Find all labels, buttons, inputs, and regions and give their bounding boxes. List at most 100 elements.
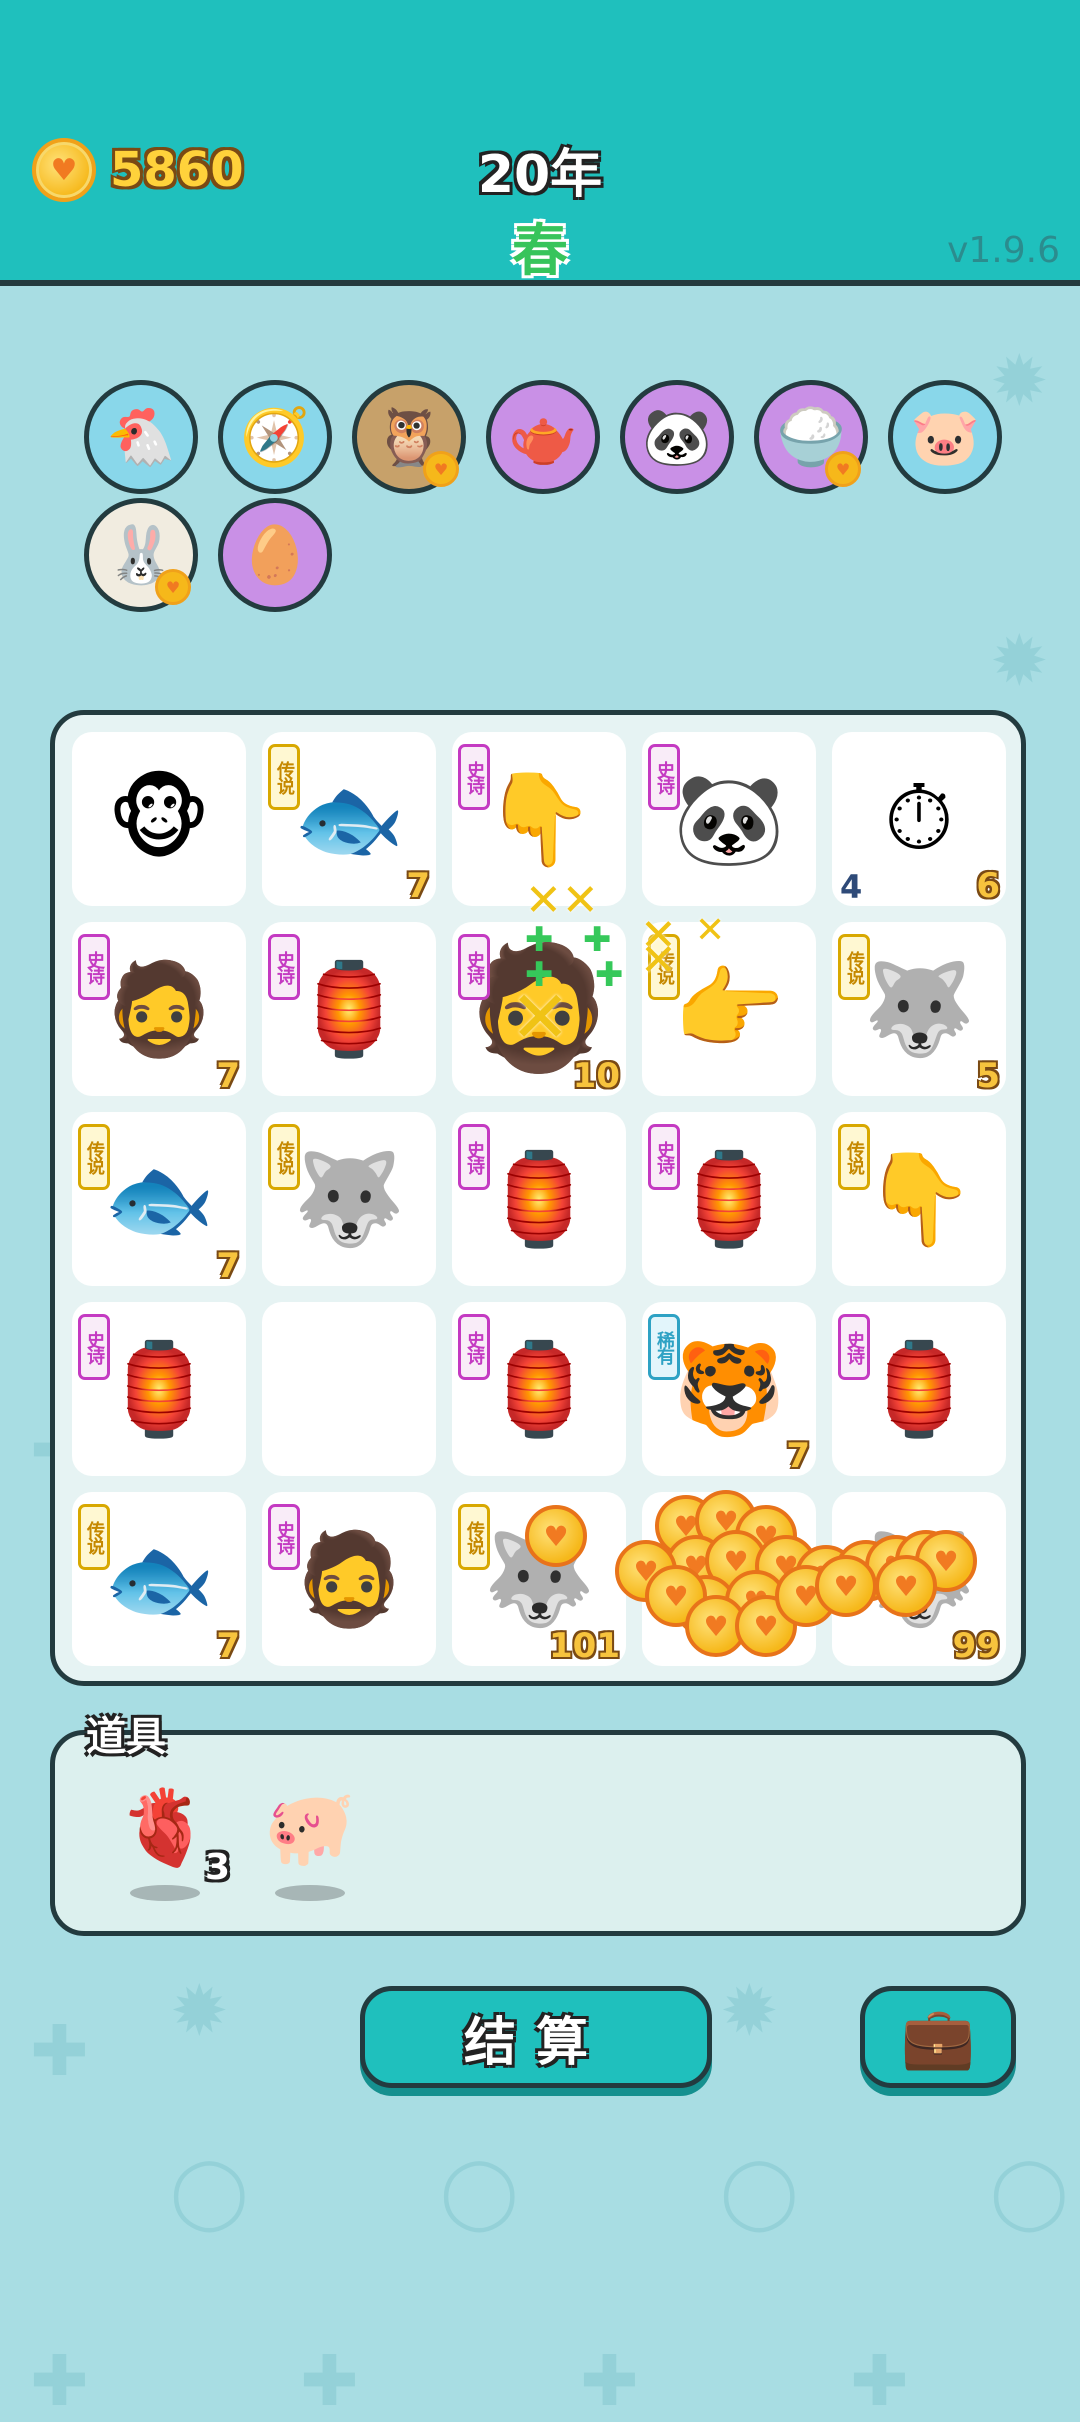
rarity-tag: 传说 — [78, 1504, 110, 1570]
board-tile[interactable]: 🐟 传说 7 — [72, 1112, 246, 1286]
rarity-tag: 史诗 — [648, 1124, 680, 1190]
rarity-tag: 史诗 — [458, 934, 490, 1000]
tile-count: 7 — [216, 1626, 240, 1666]
background-plus-deco: ✚ — [30, 2010, 89, 2092]
items-title: 道具 — [86, 1714, 166, 1760]
top-bar: ♥ 5860 20年 春 v1.9.6 — [0, 0, 1080, 286]
board-tile[interactable]: 🐟 传说 7 — [72, 1492, 246, 1666]
background-ring-deco: ◯ — [720, 2150, 799, 2232]
tile-count: 7 — [216, 1056, 240, 1096]
tile-count: 5 — [976, 1056, 1000, 1096]
background-sun-deco: ✹ — [990, 620, 1049, 702]
board-tile[interactable]: 🏮 史诗 — [832, 1302, 1006, 1476]
plus-effect-icon: ✚ — [595, 955, 624, 995]
board-tile[interactable]: 🏮 史诗 — [452, 1112, 626, 1286]
background-sun-deco: ✹ — [990, 340, 1049, 422]
board-tile[interactable]: 🐺 传说 — [262, 1112, 436, 1286]
chicken-egg-icon: 🐔 — [106, 405, 176, 470]
tile-count: 101 — [549, 1626, 620, 1666]
bag-button[interactable]: 💼 — [860, 1986, 1016, 2088]
board-tile[interactable]: 🧔 史诗 7 — [72, 922, 246, 1096]
board-tile[interactable]: 🐵 — [72, 732, 246, 906]
background-ring-deco: ◯ — [170, 2150, 249, 2232]
background-plus-deco: ✚ — [30, 2340, 89, 2422]
plus-effect-icon: ✚ — [583, 920, 612, 960]
plus-effect-icon: ✚ — [525, 920, 554, 960]
rarity-tag: 史诗 — [838, 1314, 870, 1380]
briefcase-icon: 💼 — [900, 2002, 976, 2073]
heart-coin-icon: ♥ — [815, 1555, 877, 1617]
item-shadow — [130, 1885, 200, 1901]
collection-item[interactable]: 🫖 — [486, 380, 600, 494]
items-panel: 🫀 3 🐖 — [50, 1730, 1026, 1936]
background-plus-deco: ✚ — [580, 2340, 639, 2422]
board-tile[interactable]: ⏱ 6 4 — [832, 732, 1006, 906]
collection-item[interactable]: 🐼 — [620, 380, 734, 494]
board-tile[interactable]: 🐟 传说 7 — [262, 732, 436, 906]
tile-count: 10 — [572, 1056, 620, 1096]
collection-item[interactable]: 🥚 — [218, 498, 332, 612]
item-slot[interactable]: 🫀 3 — [110, 1785, 230, 1905]
rarity-tag: 传说 — [458, 1504, 490, 1570]
item-count: 3 — [205, 1847, 231, 1888]
version-label: v1.9.6 — [947, 230, 1060, 271]
background-ring-deco: ◯ — [440, 2150, 519, 2232]
collection-item[interactable]: 🧭 — [218, 380, 332, 494]
rarity-tag: 史诗 — [268, 1504, 300, 1570]
board-tile[interactable]: 🏮 史诗 — [642, 1112, 816, 1286]
season-label: 春 — [512, 219, 568, 284]
game-board: 🐵 🐟 传说 7 👇 史诗 🐼 史诗 ⏱ 6 4 🧔 史诗 7 🏮 史诗 🧔 史诗 10 👉 传说 🐺 传说 5 🐟 传说 7 🐺 传说… — [50, 710, 1026, 1686]
rarity-tag: 传说 — [78, 1124, 110, 1190]
cross-effect-icon: ✕✕ — [525, 875, 599, 926]
rarity-tag: 史诗 — [458, 1314, 490, 1380]
board-tile[interactable]: 🏮 史诗 — [452, 1302, 626, 1476]
coin-count: 5860 — [110, 142, 244, 198]
board-tile[interactable]: 🐼 史诗 — [642, 732, 816, 906]
heart-coin-badge-icon: ♥ — [423, 451, 459, 487]
panda-icon: 🐼 — [642, 405, 712, 470]
collection-item[interactable]: 🍚 ♥ — [754, 380, 868, 494]
board-tile[interactable]: 👇 传说 — [832, 1112, 1006, 1286]
settle-button[interactable]: 结算 — [360, 1986, 712, 2088]
board-tile[interactable]: 🧔 史诗 — [262, 1492, 436, 1666]
rarity-tag: 史诗 — [458, 1124, 490, 1190]
background-sun-deco: ✹ — [170, 1970, 229, 2052]
collection-item[interactable]: 🦉 ♥ — [352, 380, 466, 494]
rarity-tag: 传说 — [838, 1124, 870, 1190]
background-ring-deco: ◯ — [990, 2150, 1069, 2232]
collection-item[interactable]: 🐔 — [84, 380, 198, 494]
rarity-tag: 史诗 — [268, 934, 300, 1000]
rarity-tag: 史诗 — [648, 744, 680, 810]
board-tile[interactable]: 🏮 史诗 — [72, 1302, 246, 1476]
heart-coin-icon: ♥ — [875, 1555, 937, 1617]
tile-count: 6 — [976, 866, 1000, 906]
year-label: 20年 — [477, 145, 603, 205]
rarity-tag: 传说 — [838, 934, 870, 1000]
board-tile[interactable]: 🐺 传说 5 — [832, 922, 1006, 1096]
rarity-tag: 史诗 — [78, 1314, 110, 1380]
board-tile[interactable]: 🏮 史诗 — [262, 922, 436, 1096]
background-plus-deco: ✚ — [850, 2340, 909, 2422]
tile-count: 99 — [952, 1626, 1000, 1666]
egg-icon: 🥚 — [240, 523, 310, 588]
tile-count: 7 — [216, 1246, 240, 1286]
cross-effect-icon: ✕ — [695, 910, 726, 951]
item-slot[interactable]: 🐖 — [255, 1785, 365, 1905]
collection-item[interactable]: 🐰 ♥ — [84, 498, 198, 612]
liver-icon: 🫀 — [118, 1785, 212, 1871]
compass-icon: 🧭 — [240, 405, 310, 470]
background-plus-deco: ✚ — [300, 2340, 359, 2422]
collection-item[interactable]: 🐷 — [888, 380, 1002, 494]
board-tile[interactable]: 🐯 稀有 7 — [642, 1302, 816, 1476]
board-tile[interactable] — [262, 1302, 436, 1476]
heart-coin-badge-icon: ♥ — [825, 451, 861, 487]
rarity-tag: 史诗 — [458, 744, 490, 810]
plus-effect-icon: ✚ — [525, 955, 554, 995]
rarity-tag: 传说 — [268, 1124, 300, 1190]
background-sun-deco: ✹ — [720, 1970, 779, 2052]
heart-coin-icon: ♥ — [32, 138, 96, 202]
rarity-tag: 传说 — [268, 744, 300, 810]
piggy-bank-icon: 🐖 — [263, 1785, 357, 1871]
heart-coin-badge-icon: ♥ — [155, 569, 191, 605]
tile-count: 7 — [786, 1436, 810, 1476]
